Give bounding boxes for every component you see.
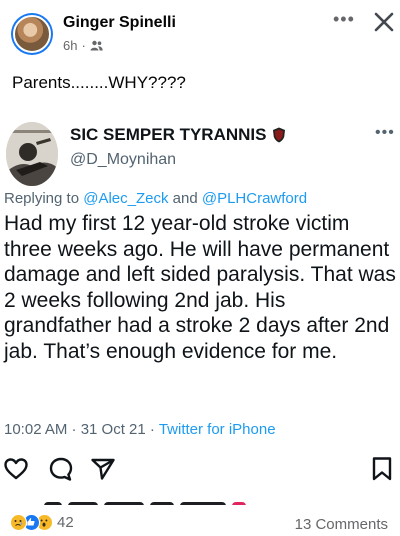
meta-separator: · [81,38,86,53]
tweet-timestamp-line: 10:02 AM · 31 Oct 21 · Twitter for iPhon… [4,421,276,438]
close-icon[interactable] [372,10,396,34]
cutoff-liked-row [44,497,344,505]
comment-icon [49,457,73,481]
replying-prefix: Replying to [4,190,84,207]
tweet-screenshot[interactable]: SIC SEMPER TYRANNIS @D_Moynihan ••• Repl… [0,110,400,510]
share-icon [91,458,115,480]
tweet-display-name: SIC SEMPER TYRANNIS [70,125,286,145]
replying-to-line: Replying to @Alec_Zeck and @PLHCrawford [4,190,307,207]
mention-plhcrawford: @PLHCrawford [201,190,308,207]
tweet-timestamp: 10:02 AM · 31 Oct 21 · [4,421,159,438]
comments-count[interactable]: 13 Comments [295,516,388,533]
tweet-display-name-text: SIC SEMPER TYRANNIS [70,125,267,144]
reactions-summary[interactable]: 42 [10,514,74,531]
shield-icon [273,127,286,143]
tweet-handle: @D_Moynihan [70,151,177,168]
post-more-button[interactable]: ••• [333,10,355,30]
friends-icon [90,40,103,51]
replying-and: and [168,190,202,207]
sad-emoji [10,514,27,531]
bookmark-icon [372,457,392,481]
author-avatar[interactable] [11,13,53,55]
post-header: Ginger Spinelli 6h · ••• [0,0,400,62]
post-footer: 42 13 Comments [0,510,400,536]
tweet-body: Had my first 12 year-old stroke victim t… [4,212,396,363]
mention-alec-zeck: @Alec_Zeck [83,190,169,207]
author-name[interactable]: Ginger Spinelli [63,14,176,32]
tweet-action-bar [0,456,400,486]
tweet-source: Twitter for iPhone [158,421,276,438]
heart-icon [4,458,28,480]
post-time[interactable]: 6h [63,38,77,53]
reaction-count: 42 [57,514,74,531]
avatar-photo [13,15,51,53]
post-meta: 6h · [63,38,103,53]
tweet-more-icon: ••• [375,124,395,141]
tweet-avatar [6,122,58,186]
post-text: Parents........WHY???? [12,73,186,92]
